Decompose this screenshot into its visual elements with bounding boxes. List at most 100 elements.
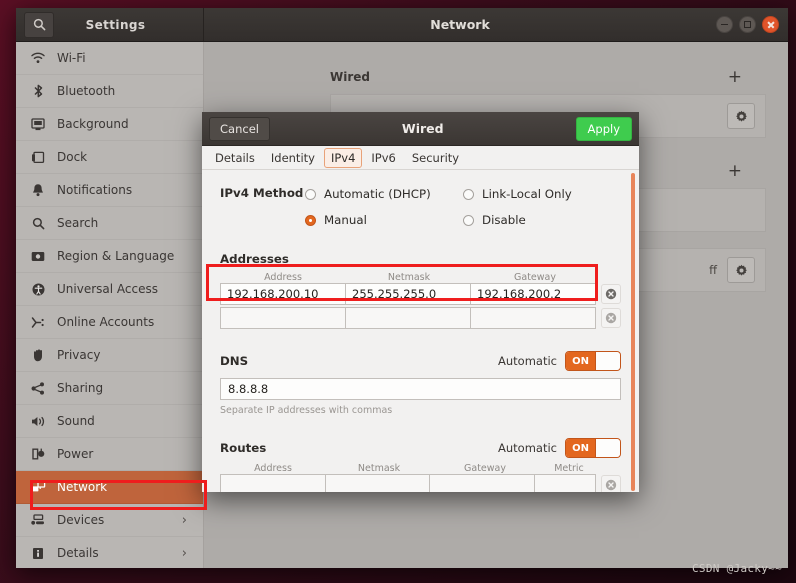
connection-settings-button[interactable] [727,103,755,129]
network-icon [30,480,46,494]
address-row: 192.168.200.10 255.255.255.0 192.168.200… [220,283,621,305]
radio-label: Manual [324,213,367,227]
dns-automatic-toggle[interactable]: ON [565,351,621,371]
sidebar-item-region-language[interactable]: Region & Language [16,240,203,273]
tab-ipv4[interactable]: IPv4 [323,147,363,168]
remove-circle-icon [605,288,617,300]
remove-circle-icon [605,312,617,324]
online-accounts-icon [30,316,46,329]
gateway-input[interactable]: 192.168.200.2 [470,283,596,305]
sidebar-item-label: Power [57,447,94,461]
route-gateway-input[interactable] [429,474,536,492]
apply-button[interactable]: Apply [575,116,632,141]
sidebar-item-sound[interactable]: Sound [16,405,203,438]
column-header-address: Address [264,272,302,283]
dialog-header: Cancel Wired Apply [202,112,639,146]
connection-status: ff [709,263,717,277]
remove-route-button[interactable] [601,475,622,492]
remove-address-button[interactable] [601,284,621,304]
sidebar-item-label: Search [57,216,99,230]
search-icon [33,18,45,31]
netmask-input[interactable]: 255.255.255.0 [345,283,471,305]
route-metric-input[interactable] [534,474,597,492]
netmask-input[interactable] [345,307,471,329]
column-header-netmask: Netmask [387,272,431,283]
sidebar-item-bluetooth[interactable]: Bluetooth [16,75,203,108]
minimize-icon [721,23,728,26]
radio-link-local-only[interactable]: Link-Local Only [463,184,621,204]
address-input[interactable] [220,307,346,329]
sidebar-item-online-accounts[interactable]: Online Accounts [16,306,203,339]
ipv4-method-row: IPv4 Method Automatic (DHCP) Manual Link… [202,184,639,230]
radio-manual[interactable]: Manual [305,210,463,230]
sidebar-item-power[interactable]: Power [16,438,203,471]
watermark: CSDN @Jacky~~ [692,562,782,575]
tab-identity[interactable]: Identity [264,148,322,168]
minimize-button[interactable] [716,16,733,33]
sidebar-item-label: Network [57,480,108,494]
dialog-tabs: Details Identity IPv4 IPv6 Security [202,146,639,170]
info-icon [30,547,46,560]
routes-header: Routes Automatic ON [220,438,621,458]
sidebar-item-sharing[interactable]: Sharing [16,372,203,405]
sidebar-item-devices[interactable]: Devices › [16,504,203,537]
sidebar-item-dock[interactable]: Dock [16,141,203,174]
connection-settings-button[interactable] [727,257,755,283]
sidebar-item-label: Privacy [57,348,101,362]
cancel-button[interactable]: Cancel [209,116,270,141]
column-header-address: Address [254,463,292,474]
radio-label: Automatic (DHCP) [324,187,431,201]
accessibility-icon [30,283,46,296]
radio-label: Link-Local Only [482,187,572,201]
section-title: Wired [330,70,370,84]
route-netmask-input[interactable] [324,474,431,492]
addresses-column-headers: Address Netmask Gateway [220,272,621,283]
radio-button-icon [463,214,474,226]
share-icon [30,381,46,395]
search-icon [30,217,46,230]
address-input[interactable]: 192.168.200.10 [220,283,346,305]
sidebar-item-background[interactable]: Background [16,108,203,141]
dialog-scrollbar[interactable] [631,173,635,491]
settings-sidebar[interactable]: Wi-Fi Bluetooth Background Dock Notifica… [16,42,204,568]
tab-ipv6[interactable]: IPv6 [364,148,402,168]
radio-disable[interactable]: Disable [463,210,621,230]
gateway-input[interactable] [470,307,596,329]
sidebar-item-wifi[interactable]: Wi-Fi [16,42,203,75]
wifi-icon [30,52,46,64]
addresses-label: Addresses [220,252,289,266]
search-button[interactable] [24,11,54,38]
routes-automatic-toggle[interactable]: ON [565,438,621,458]
dns-hint-text: Separate IP addresses with commas [220,405,393,416]
sidebar-item-label: Region & Language [57,249,175,263]
sidebar-item-privacy[interactable]: Privacy [16,339,203,372]
sidebar-item-label: Notifications [57,183,133,197]
maximize-button[interactable] [739,16,756,33]
remove-circle-icon [605,479,617,491]
sidebar-item-network[interactable]: Network [16,471,203,504]
add-connection-button[interactable]: + [728,68,742,86]
sidebar-item-notifications[interactable]: Notifications [16,174,203,207]
add-connection-button[interactable]: + [728,162,742,180]
tab-security[interactable]: Security [405,148,466,168]
sidebar-item-details[interactable]: Details › [16,537,203,568]
routes-column-headers: Address Netmask Gateway Metric [220,463,621,474]
routes-block: Routes Automatic ON Address Netmask Gate… [202,438,639,492]
close-button[interactable] [762,16,779,33]
ipv4-method-label: IPv4 Method [220,186,304,200]
sidebar-item-label: Wi-Fi [57,51,86,65]
sidebar-item-label: Devices [57,513,105,527]
dns-header: DNS Automatic ON [220,351,621,371]
ipv4-method-options: Automatic (DHCP) Manual Link-Local Only [305,184,621,230]
route-address-input[interactable] [220,474,326,492]
remove-address-button[interactable] [601,308,621,328]
titlebar-left-pane: Settings [16,8,204,41]
sidebar-item-search[interactable]: Search [16,207,203,240]
sidebar-item-universal-access[interactable]: Universal Access [16,273,203,306]
radio-automatic-dhcp[interactable]: Automatic (DHCP) [305,184,463,204]
tab-details[interactable]: Details [208,148,262,168]
dns-servers-input[interactable]: 8.8.8.8 [220,378,621,400]
column-header-netmask: Netmask [357,463,401,474]
sidebar-item-label: Online Accounts [57,315,155,329]
dialog-body: IPv4 Method Automatic (DHCP) Manual Link… [202,170,639,492]
